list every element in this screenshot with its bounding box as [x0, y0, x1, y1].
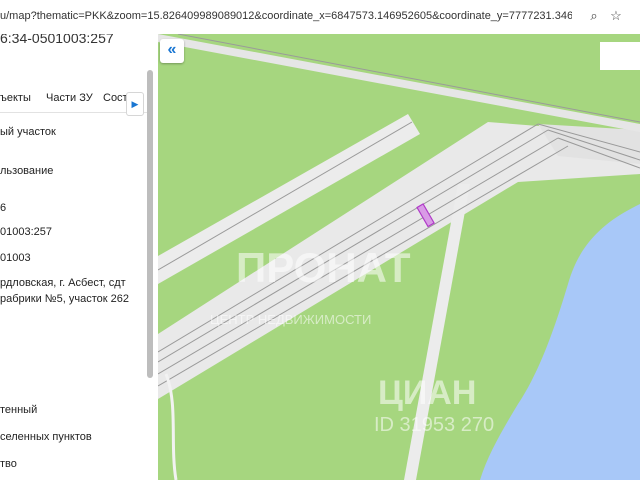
url-text[interactable]: u/map?thematic=PKK&zoom=15.8264099890890… — [0, 10, 572, 22]
watermark-logo: ПРОНАТ — [236, 244, 411, 291]
field-quarter: 6 — [0, 202, 7, 214]
tabs-next-button[interactable]: ▶ — [126, 92, 144, 116]
map-canvas[interactable]: ПРОНАТ ЦЕНТР НЕДВИЖИМОСТИ ЦИАН ID 31953 … — [158, 34, 640, 480]
browser-address-bar: u/map?thematic=PKK&zoom=15.8264099890890… — [0, 0, 640, 34]
zoom-icon[interactable]: ⌕ — [586, 8, 602, 24]
parcel-info-panel: 6:34-0501003:257 ъекты Части ЗУ Соста ▶ … — [0, 34, 159, 480]
field-category: селенных пунктов — [0, 431, 92, 443]
watermark-subtitle: ЦЕНТР НЕДВИЖИМОСТИ — [210, 312, 372, 327]
field-status: тенный — [0, 404, 38, 416]
watermark-cian: ЦИАН — [378, 374, 477, 412]
lake — [480, 204, 640, 480]
field-permitted: тво — [0, 458, 17, 470]
field-address-2: рабрики №5, участок 262 — [0, 293, 129, 305]
tab-objects[interactable]: ъекты — [0, 92, 31, 104]
star-icon[interactable]: ☆ — [608, 8, 624, 24]
field-address-1: рдловская, г. Асбест, сдт — [0, 277, 126, 289]
double-chevron-left-icon[interactable]: « — [160, 39, 184, 63]
field-type: ый участок — [0, 126, 56, 138]
field-cad-number: 01003:257 — [0, 226, 52, 238]
field-usage: льзование — [0, 165, 54, 177]
cadastral-number-title: 6:34-0501003:257 — [0, 34, 114, 46]
tab-parts[interactable]: Части ЗУ — [46, 92, 93, 104]
top-road — [158, 34, 640, 132]
field-cad-quarter: 01003 — [0, 252, 31, 264]
watermark-id: ID 31953 270 — [374, 414, 495, 436]
map-control-box[interactable] — [600, 42, 640, 70]
panel-scrollbar[interactable] — [147, 70, 153, 378]
